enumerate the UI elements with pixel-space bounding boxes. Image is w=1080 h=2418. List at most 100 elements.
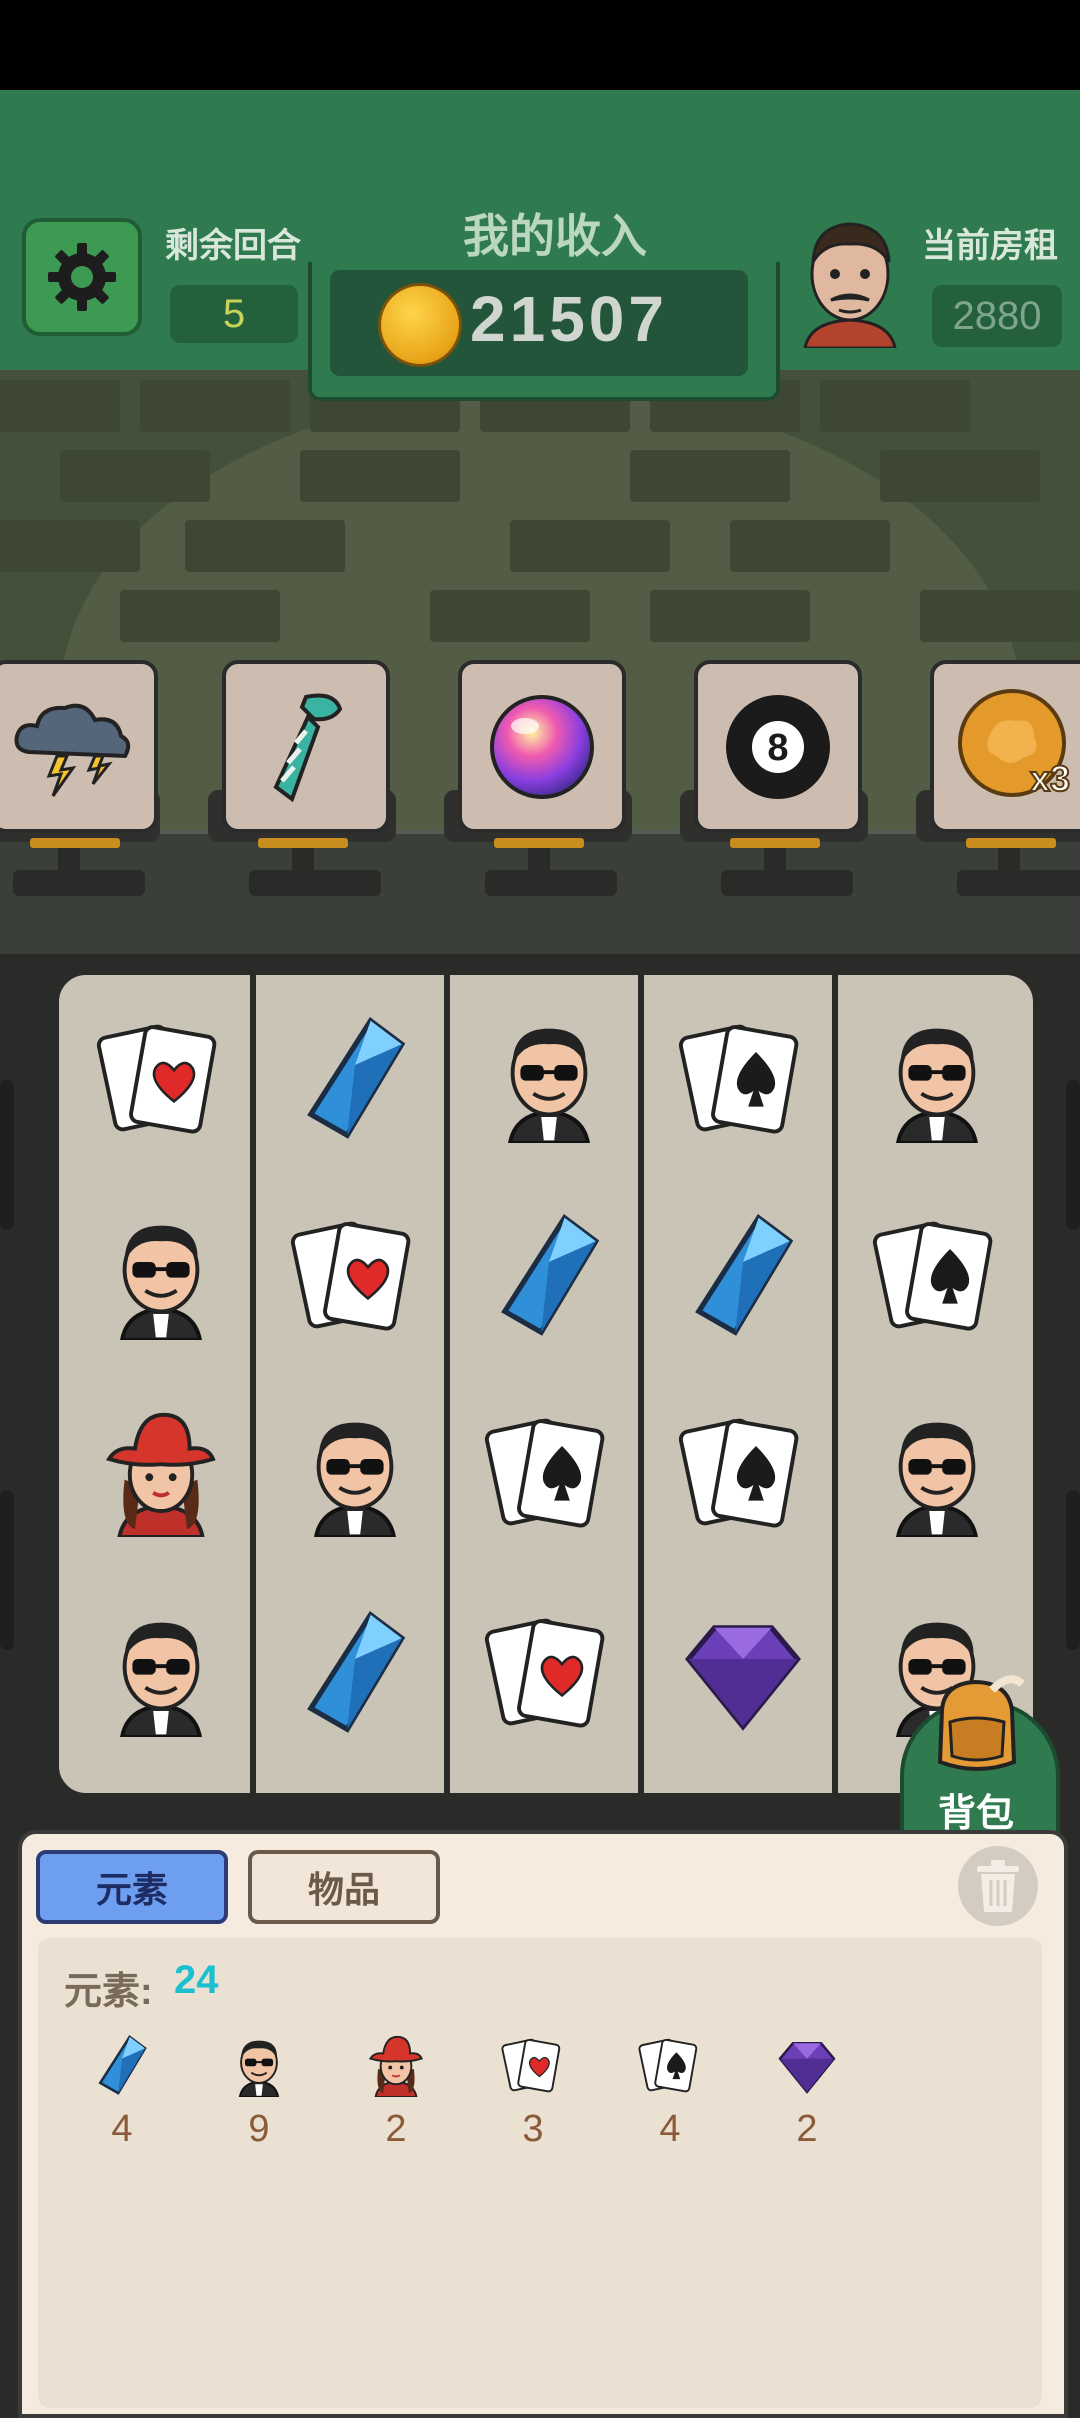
- item-foot: [721, 870, 853, 896]
- trash-icon: [977, 1860, 1019, 1912]
- slot-cell: [258, 1574, 452, 1774]
- item-post: [528, 848, 550, 872]
- landlord-avatar: [803, 222, 897, 348]
- slot-cell: [452, 1177, 646, 1377]
- hearts-cards-icon: [96, 1013, 226, 1148]
- brick: [0, 380, 120, 432]
- purple-gem-icon: [678, 1607, 808, 1742]
- blue-crystal-icon: [678, 1210, 808, 1345]
- sunglasses-man-icon: [872, 1407, 1002, 1542]
- item-card-eight-ball[interactable]: 8: [694, 660, 862, 833]
- inventory-item[interactable]: 4: [82, 2030, 162, 2170]
- side-tab-left: [0, 1490, 14, 1650]
- brick: [820, 380, 970, 432]
- item-post: [764, 848, 786, 872]
- sunglasses-man-icon: [96, 1607, 226, 1742]
- tab-elements[interactable]: 元素: [36, 1850, 228, 1924]
- income-title: 我的收入: [463, 210, 647, 262]
- settings-button[interactable]: [22, 218, 142, 336]
- gear-icon: [48, 243, 116, 311]
- inventory-item[interactable]: 4: [630, 2030, 710, 2170]
- elements-list: [38, 1938, 1042, 2408]
- tab-items[interactable]: 物品: [248, 1850, 440, 1924]
- slot-cell: [646, 1177, 840, 1377]
- spades-cards-icon: [484, 1407, 614, 1542]
- slot-cell: [840, 1177, 1034, 1377]
- item-card-necktie[interactable]: [222, 660, 390, 833]
- item-card-storm[interactable]: [0, 660, 158, 833]
- brick: [300, 450, 460, 502]
- brick: [185, 520, 345, 572]
- red-hat-woman-icon: [361, 2030, 431, 2100]
- blue-crystal-icon: [290, 1607, 420, 1742]
- rounds-label: 剩余回合: [165, 227, 301, 265]
- item-post: [58, 848, 80, 872]
- item-card-coin[interactable]: x3: [930, 660, 1080, 833]
- inventory-count: 3: [522, 2108, 544, 2150]
- brick: [60, 450, 210, 502]
- brick: [880, 450, 1040, 502]
- trash-button[interactable]: [958, 1846, 1038, 1926]
- slot-cell: [452, 1574, 646, 1774]
- sunglasses-man-icon: [872, 1013, 1002, 1148]
- brick: [920, 590, 1080, 642]
- elements-label: 元素:: [64, 1971, 153, 2013]
- inventory-item[interactable]: 9: [219, 2030, 299, 2170]
- svg-text:8: 8: [767, 727, 788, 769]
- sunglasses-man-icon: [290, 1407, 420, 1542]
- status-bar: [0, 0, 1080, 90]
- inventory-count: 9: [248, 2108, 270, 2150]
- item-light: [494, 838, 584, 848]
- item-foot: [13, 870, 145, 896]
- blue-crystal-icon: [484, 1210, 614, 1345]
- inventory-count: 2: [385, 2108, 407, 2150]
- brick: [650, 590, 810, 642]
- slot-cell: [452, 1374, 646, 1574]
- item-post: [292, 848, 314, 872]
- inventory-item[interactable]: 2: [356, 2030, 436, 2170]
- side-tab-right: [1066, 1080, 1080, 1230]
- brick: [120, 590, 280, 642]
- slot-cell: [64, 980, 258, 1180]
- red-hat-woman-icon: [96, 1407, 226, 1542]
- slot-cell: [646, 980, 840, 1180]
- brick: [730, 520, 890, 572]
- inventory-count: 4: [659, 2108, 681, 2150]
- slot-cell: [452, 980, 646, 1180]
- item-foot: [249, 870, 381, 896]
- hearts-cards-icon: [484, 1607, 614, 1742]
- brick: [630, 450, 790, 502]
- slot-cell: [840, 1374, 1034, 1574]
- brick: [140, 380, 290, 432]
- spades-cards-icon: [635, 2030, 705, 2100]
- sunglasses-man-icon: [224, 2030, 294, 2100]
- backpack-label: 背包: [937, 1793, 1014, 1835]
- sunglasses-man-icon: [484, 1013, 614, 1148]
- blue-crystal-icon: [290, 1013, 420, 1148]
- rounds-value: 5: [170, 285, 298, 343]
- backpack-icon: [937, 1675, 1025, 1771]
- brick: [510, 520, 670, 572]
- inventory-count: 2: [796, 2108, 818, 2150]
- item-card-orb[interactable]: [458, 660, 626, 833]
- coin-icon: [378, 283, 462, 367]
- slot-cell: [646, 1574, 840, 1774]
- slot-cell: [258, 1374, 452, 1574]
- item-light: [258, 838, 348, 848]
- spades-cards-icon: [872, 1210, 1002, 1345]
- side-tab-right: [1066, 1490, 1080, 1650]
- multiplier-label: x3: [1030, 758, 1070, 799]
- rent-label: 当前房租: [922, 227, 1058, 265]
- backpack-button[interactable]: 背包: [900, 1670, 1060, 1848]
- inventory-count: 4: [111, 2108, 133, 2150]
- necktie-icon: [273, 693, 343, 802]
- sunglasses-man-icon: [96, 1210, 226, 1345]
- hearts-cards-icon: [290, 1210, 420, 1345]
- side-tab-left: [0, 1080, 14, 1230]
- slot-cell: [64, 1374, 258, 1574]
- gold-coin-icon: x3: [958, 688, 1071, 800]
- rent-value: 2880: [932, 285, 1062, 347]
- inventory-item[interactable]: 3: [493, 2030, 573, 2170]
- item-foot: [485, 870, 617, 896]
- inventory-item[interactable]: 2: [767, 2030, 847, 2170]
